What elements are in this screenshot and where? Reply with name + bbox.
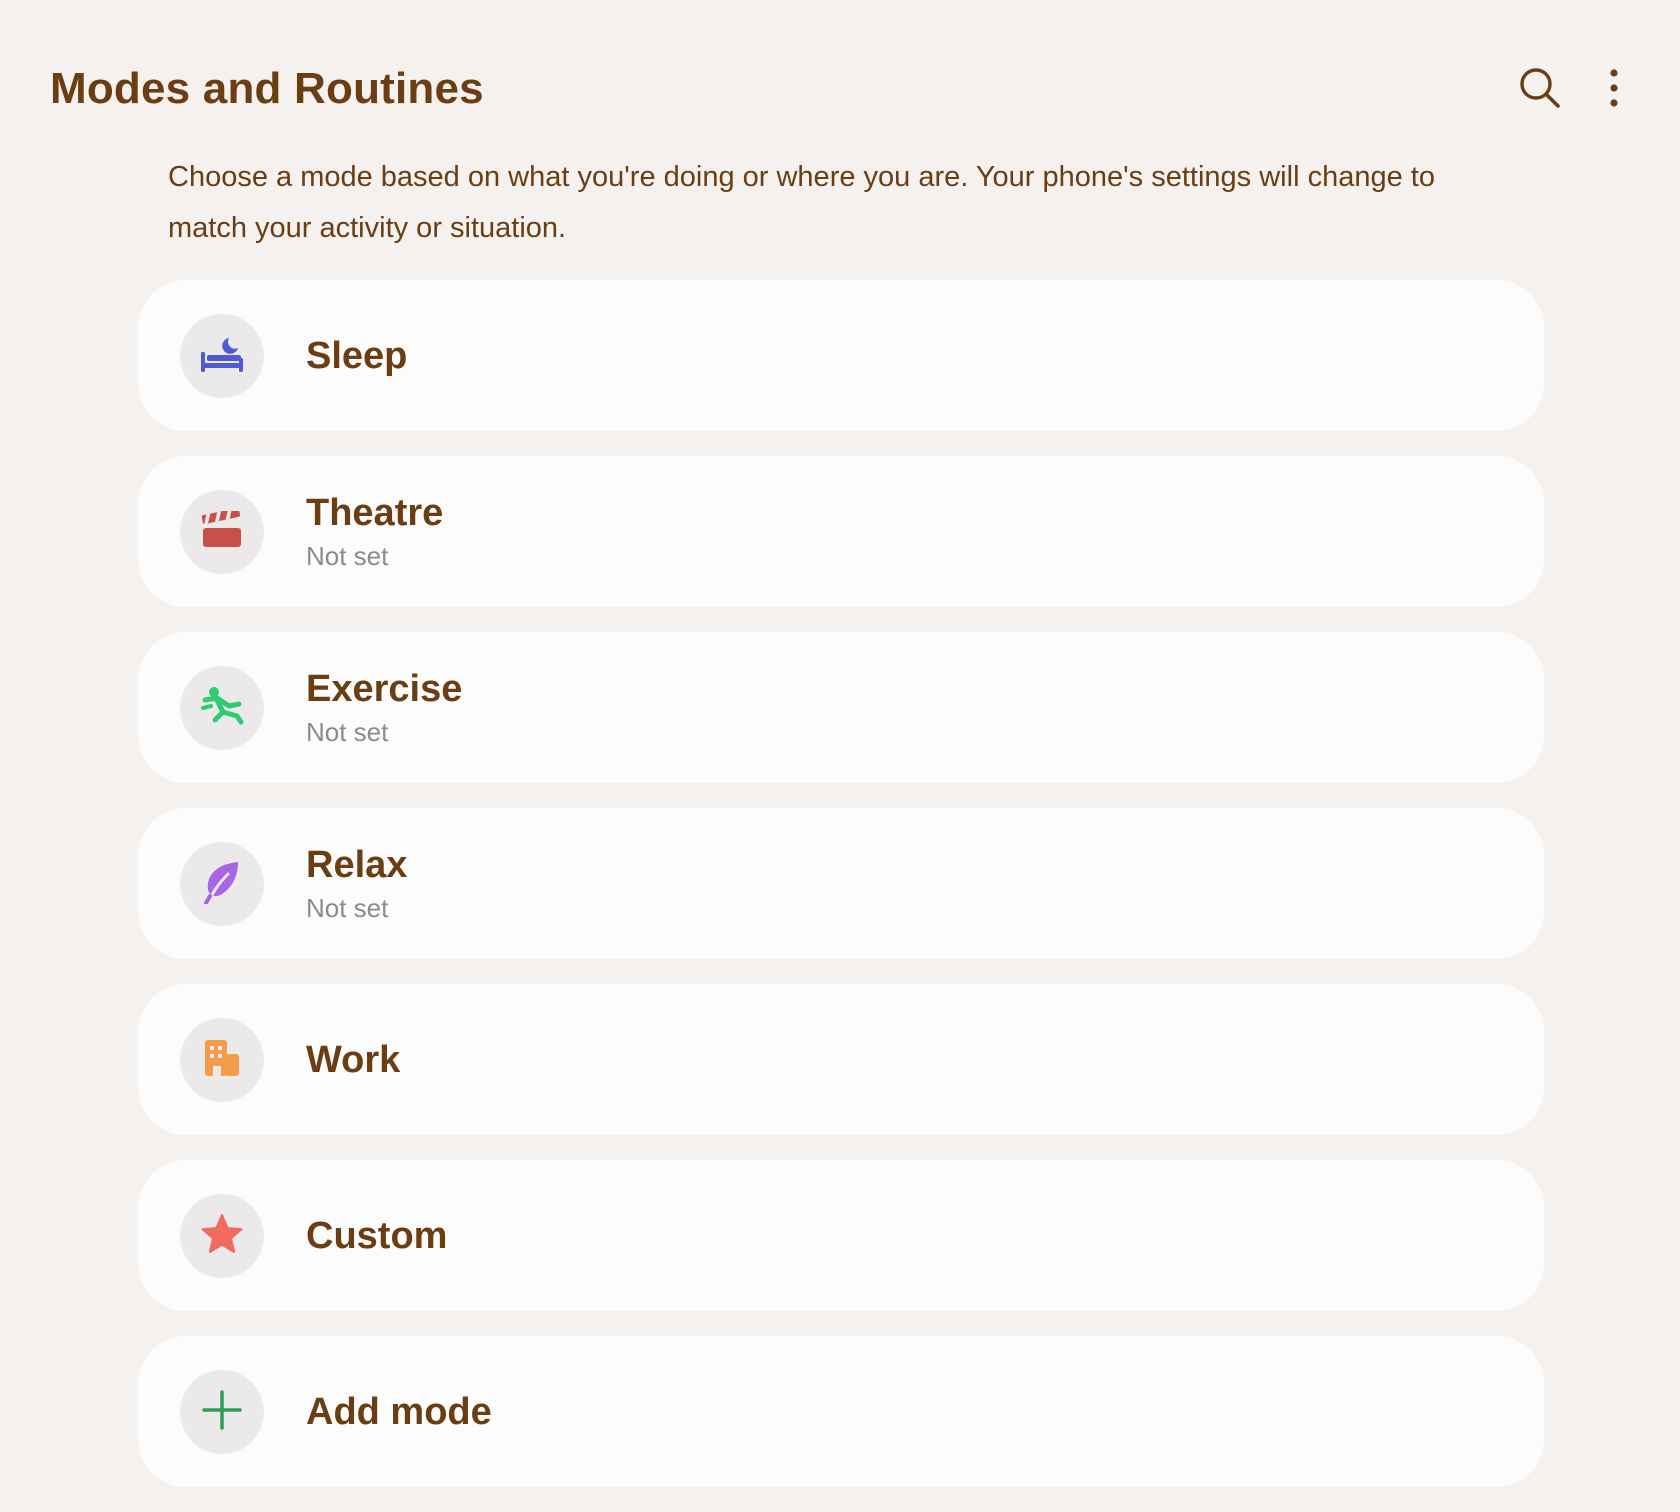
leaf-icon (202, 860, 242, 909)
mode-status: Not set (306, 892, 389, 923)
more-options-button[interactable] (1584, 60, 1644, 120)
building-icon (203, 1038, 241, 1083)
mode-item-relax[interactable]: Relax Not set (138, 808, 1544, 959)
mode-title: Theatre (306, 491, 444, 534)
add-mode-button[interactable]: Add mode (138, 1336, 1544, 1487)
mode-text: Exercise Not set (306, 632, 462, 783)
more-options-icon (1608, 68, 1620, 113)
mode-icon-container (180, 490, 264, 574)
search-icon (1518, 66, 1562, 115)
page-description: Choose a mode based on what you're doing… (168, 161, 1435, 244)
mode-item-theatre[interactable]: Theatre Not set (138, 456, 1544, 607)
mode-icon-container (180, 314, 264, 398)
bed-moon-icon (199, 334, 245, 379)
mode-title: Relax (306, 843, 408, 886)
search-button[interactable] (1510, 60, 1570, 120)
mode-status: Not set (306, 540, 389, 571)
mode-title: Sleep (306, 334, 408, 377)
mode-item-exercise[interactable]: Exercise Not set (138, 632, 1544, 783)
mode-icon-container (180, 842, 264, 926)
star-icon (200, 1213, 244, 1260)
mode-item-work[interactable]: Work (138, 984, 1544, 1135)
mode-text: Add mode (306, 1336, 492, 1487)
mode-icon-container (180, 1194, 264, 1278)
mode-text: Relax Not set (306, 808, 407, 959)
mode-text: Sleep (306, 280, 407, 431)
page-title: Modes and Routines (50, 64, 484, 113)
mode-title: Custom (306, 1214, 448, 1257)
plus-icon (202, 1389, 242, 1435)
mode-icon-container (180, 1018, 264, 1102)
app-bar: Modes and Routines (0, 0, 1680, 150)
mode-item-sleep[interactable]: Sleep (138, 280, 1544, 431)
running-person-icon (199, 686, 245, 731)
mode-title: Add mode (306, 1390, 492, 1433)
mode-status: Not set (306, 716, 389, 747)
mode-title: Exercise (306, 667, 463, 710)
mode-icon-container (180, 666, 264, 750)
mode-text: Theatre Not set (306, 456, 443, 607)
mode-item-custom[interactable]: Custom (138, 1160, 1544, 1311)
clapperboard-icon (201, 507, 243, 554)
mode-list: Sleep Theatre Not set Exercise Not set R… (138, 280, 1544, 1512)
mode-icon-container (180, 1370, 264, 1454)
mode-text: Work (306, 984, 400, 1135)
mode-text: Custom (306, 1160, 447, 1311)
mode-title: Work (306, 1038, 401, 1081)
